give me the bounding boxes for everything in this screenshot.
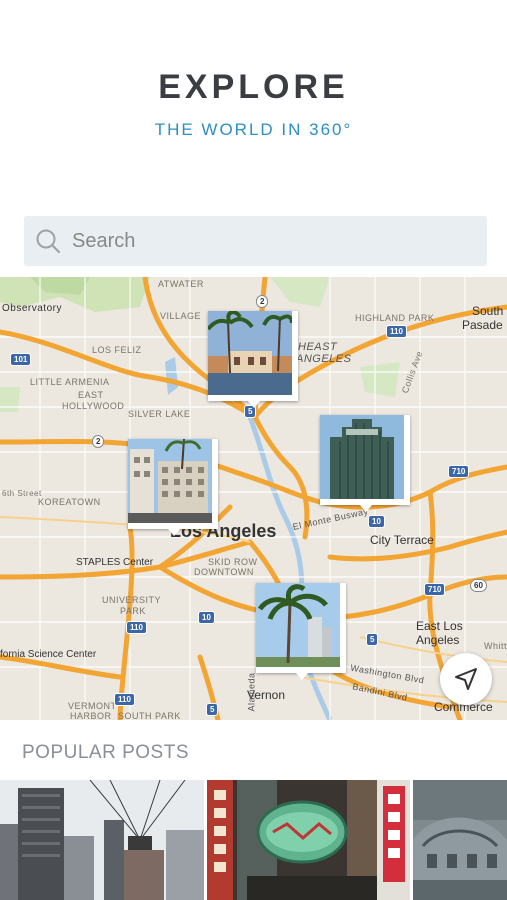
map-label: SOUTH PARK — [118, 711, 181, 720]
map-label: EAST — [78, 390, 104, 400]
map-label: LOS FELIZ — [92, 345, 142, 355]
map-label: fornia Science Center — [0, 649, 97, 660]
map-label: DOWNTOWN — [194, 567, 254, 577]
section-heading-popular: POPULAR POSTS — [22, 742, 189, 763]
map-label: UNIVERSITY — [102, 595, 162, 605]
search-input[interactable] — [70, 228, 454, 254]
map-label: City Terrace — [370, 533, 434, 547]
map-label: PARK — [120, 606, 146, 616]
search-bar[interactable] — [24, 216, 487, 266]
highway-shield: 60 — [470, 579, 487, 592]
map-photo-pin[interactable] — [256, 583, 346, 680]
page-subtitle: THE WORLD IN 360° — [154, 120, 353, 139]
page-title: EXPLORE — [158, 68, 349, 106]
highway-shield: 5 — [206, 703, 219, 716]
map-label: Whitt — [484, 641, 507, 651]
map-photo-pin[interactable] — [208, 311, 298, 408]
photo-thumbnail — [208, 311, 292, 395]
post-thumbnail — [207, 780, 410, 900]
highway-shield: 110 — [386, 325, 407, 338]
search-icon — [36, 229, 61, 254]
post-thumbnail — [413, 780, 507, 900]
highway-shield: 110 — [126, 621, 147, 634]
map-label: 6th Street — [2, 489, 42, 498]
post-thumbnail — [0, 780, 204, 900]
map-photo-pin[interactable] — [128, 439, 218, 536]
map-view[interactable]: Observatory ATWATER VILLAGE LOS FELIZ LI… — [0, 277, 507, 720]
highway-shield: 110 — [114, 693, 135, 706]
map-label: ATWATER — [158, 279, 204, 289]
map-label: SILVER LAKE — [128, 409, 191, 419]
map-label: VILLAGE — [160, 311, 202, 321]
map-label: VERMONT — [68, 701, 117, 711]
map-label: STAPLES Center — [76, 557, 154, 568]
map-label: East Los — [416, 619, 463, 633]
highway-shield: 5 — [366, 633, 379, 646]
map-label: South — [472, 304, 504, 318]
map-label: Pasade — [462, 318, 503, 332]
map-label: HARBOR — [70, 711, 112, 720]
map-label: HEAST — [298, 341, 338, 353]
locate-me-button[interactable] — [440, 653, 492, 705]
map-photo-pin[interactable] — [320, 415, 410, 512]
photo-thumbnail — [320, 415, 404, 499]
highway-shield: 10 — [368, 515, 385, 528]
map-label: SKID ROW — [208, 557, 258, 567]
map-label: Alameda — [246, 672, 257, 712]
map-label: Observatory — [2, 303, 62, 314]
map-label: HOLLYWOOD — [62, 401, 125, 411]
map-label: Angeles — [416, 633, 460, 647]
highway-shield: 101 — [10, 353, 32, 366]
highway-shield: 10 — [198, 611, 215, 624]
popular-post-card[interactable] — [207, 780, 410, 900]
navigation-arrow-icon — [455, 668, 477, 690]
header: EXPLORE THE WORLD IN 360° — [0, 0, 507, 215]
map-label: ANGELES — [296, 353, 352, 365]
highway-shield: 710 — [448, 465, 470, 478]
popular-posts-strip — [0, 780, 507, 900]
photo-thumbnail — [256, 583, 340, 667]
photo-thumbnail — [128, 439, 212, 523]
highway-shield: 710 — [424, 583, 446, 596]
map-label: HIGHLAND PARK — [355, 313, 435, 323]
map-label: KOREATOWN — [38, 497, 101, 507]
popular-post-card[interactable] — [0, 780, 204, 900]
map-label: LITTLE ARMENIA — [30, 377, 110, 387]
popular-post-card[interactable] — [413, 780, 507, 900]
